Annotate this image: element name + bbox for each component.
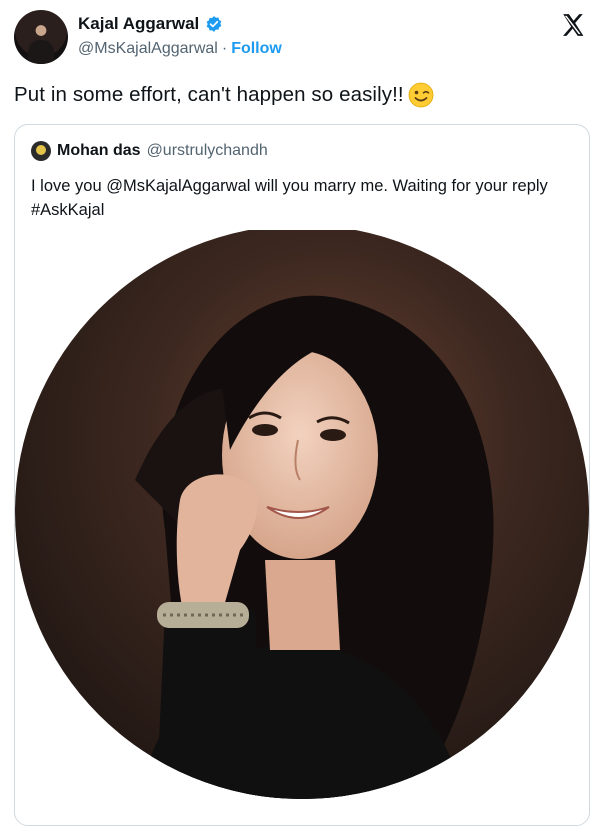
quoted-header: Mohan das @urstrulychandh: [31, 141, 268, 161]
winking-face-emoji: [408, 82, 434, 108]
follow-button[interactable]: Follow: [231, 40, 282, 58]
quoted-tweet-text: I love you @MsKajalAggarwal will you mar…: [31, 177, 548, 219]
tweet-header: Kajal Aggarwal @MsKajalAggarwal · Follow: [14, 10, 586, 66]
author-avatar[interactable]: [14, 10, 68, 64]
quoted-photo[interactable]: [15, 230, 589, 826]
x-logo-icon[interactable]: [560, 12, 586, 38]
quoted-author-avatar[interactable]: [31, 141, 51, 161]
author-name-line: Kajal Aggarwal: [78, 14, 223, 34]
author-handle[interactable]: @MsKajalAggarwal: [78, 40, 218, 58]
separator-dot: ·: [221, 40, 228, 57]
quoted-handle[interactable]: @urstrulychandh: [147, 142, 268, 160]
tweet-text: Put in some effort, can't happen so easi…: [14, 83, 404, 106]
verified-badge-icon: [206, 16, 222, 32]
quoted-display-name[interactable]: Mohan das: [57, 142, 141, 160]
author-handle-line: @MsKajalAggarwal · Follow: [78, 40, 282, 58]
tweet-body: Put in some effort, can't happen so easi…: [14, 82, 434, 108]
author-display-name[interactable]: Kajal Aggarwal: [78, 14, 199, 34]
quoted-tweet-card[interactable]: Mohan das @urstrulychandh I love you @Ms…: [14, 124, 590, 826]
